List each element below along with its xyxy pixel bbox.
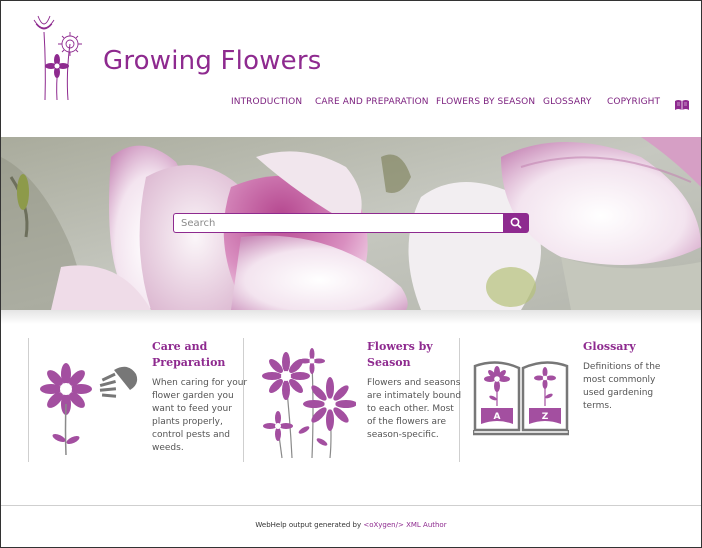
nav-flowers-by-season[interactable]: FLOWERS BY SEASON: [436, 97, 535, 107]
text-line: of the flowers are: [367, 417, 447, 427]
text-line: are intimately bound: [367, 391, 462, 401]
search-input[interactable]: [173, 213, 503, 233]
nav-copyright[interactable]: COPYRIGHT: [607, 97, 660, 107]
text-line: plants properly,: [152, 417, 223, 427]
card-text-flowers-by-season: Flowers and seasons are intimately bound…: [367, 377, 461, 442]
card-text-care: When caring for your flower garden you w…: [152, 377, 247, 455]
a-z-book-icon: A Z: [473, 361, 569, 436]
text-line: to each other. Most: [367, 404, 454, 414]
card-title-line: Preparation: [152, 356, 226, 369]
book-letter-z: Z: [542, 412, 549, 422]
text-line: weeds.: [152, 443, 184, 453]
flower-bouquet-icon: [262, 348, 356, 459]
footer-text: WebHelp output generated by: [255, 521, 364, 529]
nav-glossary[interactable]: GLOSSARY: [543, 97, 591, 107]
nav-care-and-preparation[interactable]: CARE AND PREPARATION: [315, 97, 429, 107]
text-line: control pests and: [152, 430, 231, 440]
main-nav: INTRODUCTION CARE AND PREPARATION FLOWER…: [0, 97, 702, 111]
card-text-glossary: Definitions of the most commonly used ga…: [583, 361, 660, 413]
card-title-glossary[interactable]: Glossary: [583, 339, 636, 355]
text-line: used gardening: [583, 388, 654, 398]
footer-oxygen-link[interactable]: <oXygen/> XML Author: [363, 521, 446, 529]
dandelion-flowers-logo: [33, 15, 82, 101]
card-divider: [28, 338, 29, 462]
hero-shadow: [1, 310, 701, 324]
text-line: Flowers and seasons: [367, 378, 461, 388]
text-line: want to feed your: [152, 404, 232, 414]
text-line: Definitions of the: [583, 362, 661, 372]
text-line: most commonly: [583, 375, 656, 385]
text-line: terms.: [583, 401, 612, 411]
text-line: When caring for your: [152, 378, 248, 388]
footer-divider: [1, 505, 701, 506]
card-title-line: Flowers by: [367, 340, 433, 353]
search-form: [173, 213, 529, 233]
card-title-line: Care and: [152, 340, 208, 353]
site-title[interactable]: Growing Flowers: [103, 46, 322, 76]
card-title-line: Season: [367, 356, 411, 369]
card-title-flowers-by-season[interactable]: Flowers by Season: [367, 339, 433, 371]
search-icon: [510, 217, 522, 229]
footer: WebHelp output generated by <oXygen/> XM…: [0, 521, 702, 529]
card-title-care[interactable]: Care and Preparation: [152, 339, 225, 371]
nav-introduction[interactable]: INTRODUCTION: [231, 97, 302, 107]
book-letter-a: A: [494, 412, 501, 422]
flower-watering-can-icon: [40, 363, 138, 456]
text-line: flower garden you: [152, 391, 234, 401]
search-button[interactable]: [503, 213, 529, 233]
open-book-icon[interactable]: [674, 99, 690, 111]
text-line: season-specific.: [367, 430, 439, 440]
